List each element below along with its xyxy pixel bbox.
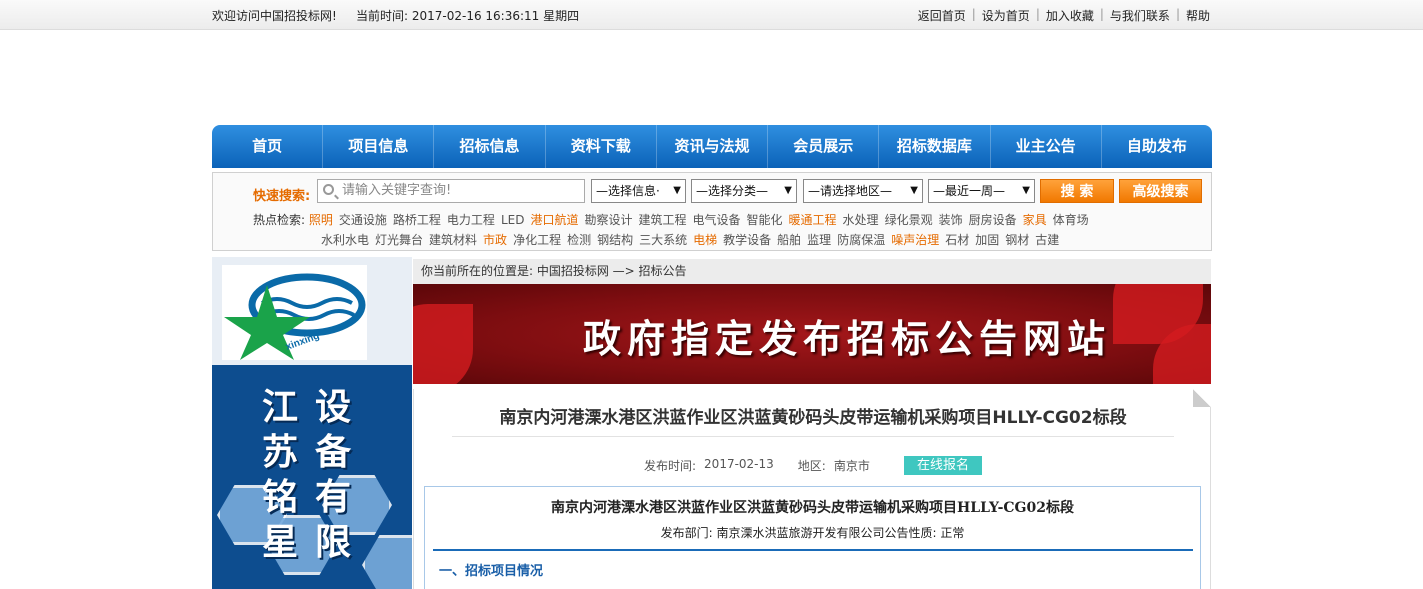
section-heading: 一、招标项目情况: [439, 564, 544, 579]
banner-text: 政府指定发布招标公告网站: [583, 316, 1112, 361]
ad-text-col1: 江苏铭星: [262, 386, 299, 563]
hot-keywords: 热点检索: 照明 交通设施 路桥工程 电力工程 LED 港口航道 勘察设计 建筑工程 电气设备智…: [253, 210, 1203, 250]
link-home-return[interactable]: 返回首页: [918, 7, 966, 24]
link-help[interactable]: 帮助: [1186, 7, 1210, 24]
chevron-down-icon: ▼: [910, 185, 918, 196]
quick-search-label: 快速搜索:: [253, 189, 311, 204]
hot-keyword-link[interactable]: 装饰: [939, 213, 963, 227]
publish-date: 2017-02-13: [704, 457, 774, 471]
nav-members[interactable]: 会员展示: [768, 125, 880, 168]
hot-keyword-link[interactable]: 检测: [567, 233, 591, 247]
region-label: 地区:: [797, 459, 826, 473]
link-add-favorite[interactable]: 加入收藏: [1046, 7, 1094, 24]
search-placeholder: 请输入关键字查询!: [342, 183, 452, 198]
link-contact-us[interactable]: 与我们联系: [1110, 7, 1170, 24]
nav-tender-info[interactable]: 招标信息: [434, 125, 546, 168]
article-title: 南京内河港溧水港区洪蓝作业区洪蓝黄砂码头皮带运输机采购项目HLLY-CG02标段: [452, 403, 1174, 437]
hot-keyword-link[interactable]: 灯光舞台: [375, 233, 423, 247]
nav-project-info[interactable]: 项目信息: [323, 125, 435, 168]
hot-keyword-link[interactable]: 市政: [483, 233, 507, 247]
hot-keyword-link[interactable]: 勘察设计: [584, 213, 632, 227]
article-panel: 南京内河港溧水港区洪蓝作业区洪蓝黄砂码头皮带运输机采购项目HLLY-CG02标段…: [413, 389, 1211, 589]
hot-keyword-link[interactable]: 暖通工程: [789, 213, 837, 227]
hot-keyword-link[interactable]: 船舶: [777, 233, 801, 247]
hot-keyword-link[interactable]: 体育场: [1053, 213, 1089, 227]
top-bar: 欢迎访问中国招投标网! 当前时间: 2017-02-16 16:36:11 星期…: [0, 0, 1423, 30]
chevron-down-icon: ▼: [1022, 185, 1030, 196]
hot-keyword-link[interactable]: 交通设施: [339, 213, 387, 227]
ad-text-col2: 设备有限: [315, 386, 352, 563]
nav-self-publish[interactable]: 自助发布: [1102, 125, 1212, 168]
hot-keyword-link[interactable]: 电梯: [693, 233, 717, 247]
hot-keyword-link[interactable]: LED: [501, 213, 525, 227]
hot-keyword-link[interactable]: 钢材: [1005, 233, 1029, 247]
select-region[interactable]: —请选择地区— ▼: [803, 179, 923, 203]
hot-keywords-label: 热点检索:: [253, 213, 306, 227]
xinxing-logo-icon: xinxing: [224, 273, 366, 360]
advanced-search-button[interactable]: 高级搜索: [1119, 179, 1202, 203]
hot-keyword-link[interactable]: 教学设备: [723, 233, 771, 247]
hot-keyword-link[interactable]: 家具: [1023, 213, 1047, 227]
region-value: 南京市: [833, 459, 870, 473]
hot-keyword-link[interactable]: 电气设备: [693, 213, 741, 227]
breadcrumb: 你当前所在的位置是: 中国招投标网 —> 招标公告: [413, 259, 1211, 284]
search-icon: [323, 184, 334, 195]
hot-keyword-link[interactable]: 防腐保温: [837, 233, 885, 247]
company-ad-banner[interactable]: 江苏铭星 设备有限: [212, 365, 412, 589]
article-meta: 发布时间: 2017-02-13 地区: 南京市: [644, 457, 886, 474]
product-image: [362, 535, 412, 589]
select-category[interactable]: —选择分类— ▼: [691, 179, 797, 203]
hot-keyword-link[interactable]: 电力工程: [447, 213, 495, 227]
hot-keyword-link[interactable]: 智能化: [747, 213, 783, 227]
hot-keyword-link[interactable]: 古建: [1035, 233, 1059, 247]
online-register-button[interactable]: 在线报名: [904, 456, 982, 475]
chevron-down-icon: ▼: [673, 185, 681, 196]
hot-keyword-link[interactable]: 石材: [945, 233, 969, 247]
link-set-homepage[interactable]: 设为首页: [982, 7, 1030, 24]
government-banner: 政府指定发布招标公告网站: [413, 284, 1211, 384]
date-label: 发布时间:: [644, 459, 697, 473]
nav-tender-database[interactable]: 招标数据库: [879, 125, 991, 168]
hot-keyword-link[interactable]: 三大系统: [639, 233, 687, 247]
hot-keyword-link[interactable]: 钢结构: [597, 233, 633, 247]
hot-keyword-link[interactable]: 路桥工程: [393, 213, 441, 227]
main-nav: 首页 项目信息 招标信息 资料下载 资讯与法规 会员展示 招标数据库 业主公告 …: [212, 125, 1212, 168]
hot-keyword-link[interactable]: 加固: [975, 233, 999, 247]
welcome-text: 欢迎访问中国招投标网!: [212, 9, 337, 23]
nav-news-laws[interactable]: 资讯与法规: [657, 125, 769, 168]
divider: [433, 549, 1193, 551]
hot-keyword-link[interactable]: 建筑材料: [429, 233, 477, 247]
hot-keyword-link[interactable]: 净化工程: [513, 233, 561, 247]
company-logo-area: xinxing: [212, 257, 412, 365]
publishing-dept: 发布部门: 南京溧水洪蓝旅游开发有限公司公告性质: 正常: [660, 526, 965, 540]
hot-keyword-link[interactable]: 噪声治理: [891, 233, 939, 247]
company-logo[interactable]: xinxing: [222, 265, 367, 360]
select-info-type[interactable]: —选择信息· ▼: [591, 179, 686, 203]
hot-keyword-link[interactable]: 水利水电: [321, 233, 369, 247]
hot-keyword-link[interactable]: 绿化景观: [885, 213, 933, 227]
top-links: 返回首页 | 设为首页 | 加入收藏 | 与我们联系 | 帮助: [917, 7, 1210, 24]
nav-owner-notice[interactable]: 业主公告: [991, 125, 1102, 168]
nav-home[interactable]: 首页: [212, 125, 324, 168]
hot-keyword-link[interactable]: 厨房设备: [969, 213, 1017, 227]
article-body: 南京内河港溧水港区洪蓝作业区洪蓝黄砂码头皮带运输机采购项目HLLY-CG02标段…: [424, 486, 1201, 589]
chevron-down-icon: ▼: [784, 185, 792, 196]
nav-downloads[interactable]: 资料下载: [546, 125, 657, 168]
search-button[interactable]: 搜 索: [1040, 179, 1114, 203]
hot-keyword-link[interactable]: 建筑工程: [638, 213, 686, 227]
search-panel: 快速搜索: 请输入关键字查询! —选择信息· ▼ —选择分类— ▼ —请选择地区— ▼…: [212, 172, 1212, 251]
body-title: 南京内河港溧水港区洪蓝作业区洪蓝黄砂码头皮带运输机采购项目HLLY-CG02标段: [551, 500, 1074, 516]
select-time-range[interactable]: —最近一周— ▼: [928, 179, 1035, 203]
hot-keyword-link[interactable]: 照明: [309, 213, 333, 227]
hot-keyword-link[interactable]: 监理: [807, 233, 831, 247]
search-input[interactable]: 请输入关键字查询!: [317, 179, 585, 203]
current-time: 当前时间: 2017-02-16 16:36:11 星期四: [356, 9, 580, 23]
hot-keyword-link[interactable]: 水处理: [843, 213, 879, 227]
hot-keyword-link[interactable]: 港口航道: [530, 213, 578, 227]
